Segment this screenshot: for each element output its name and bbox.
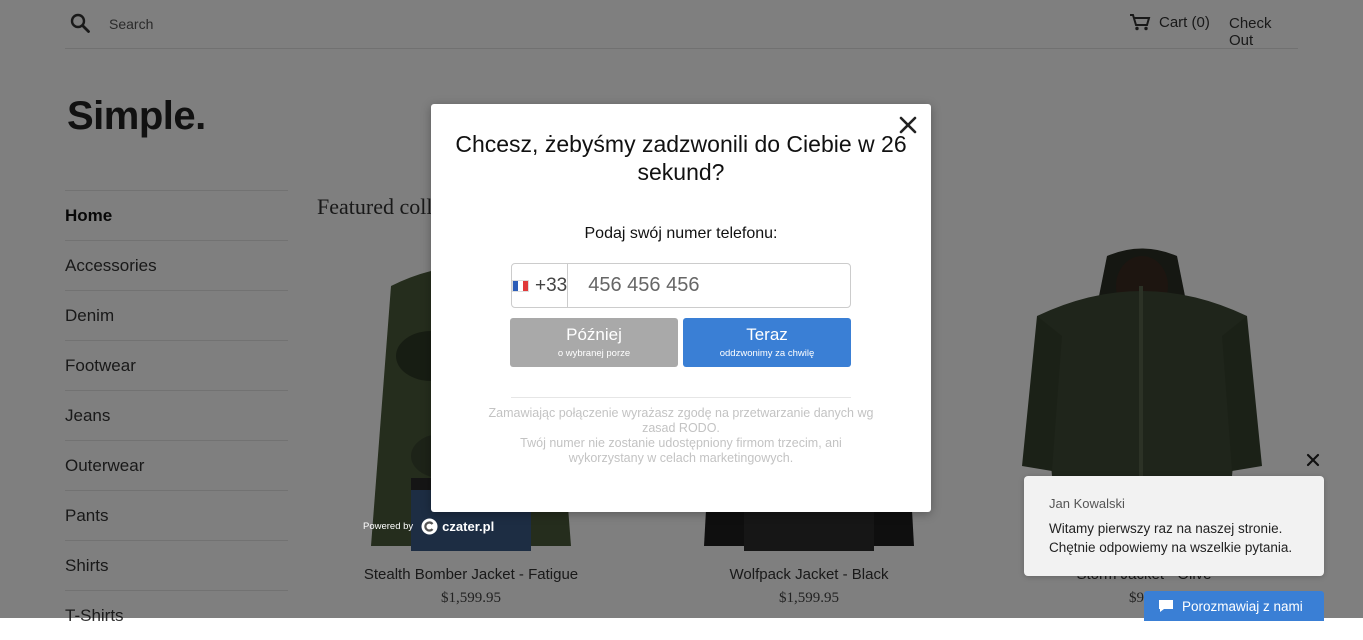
divider [511, 397, 851, 398]
czater-logo-icon [421, 518, 438, 535]
modal-subtitle: Podaj swój numer telefonu: [584, 225, 778, 242]
call-now-button-label: Teraz [746, 325, 788, 344]
later-button-label: Później [566, 325, 622, 344]
agent-name: Jan Kowalski [1049, 496, 1125, 511]
chat-bubble-icon [1159, 600, 1173, 612]
modal-title: Chcesz, żebyśmy zadzwonili do Ciebie w 2… [455, 131, 907, 185]
france-flag-icon [512, 279, 529, 292]
country-code-select[interactable]: +33 [512, 264, 569, 307]
call-now-button[interactable]: Teraz oddzwonimy za chwilę [683, 318, 851, 367]
chat-greeting-bubble[interactable]: Jan Kowalski Witamy pierwszy raz na nasz… [1024, 476, 1324, 576]
phone-field: +33 [511, 263, 856, 308]
call-now-button-sublabel: oddzwonimy za chwilę [719, 348, 815, 359]
consent-text: Zamawiając połączenie wyrażasz zgodę na … [481, 406, 881, 466]
chat-launcher-label: Porozmawiaj z nami [1182, 598, 1303, 614]
country-code: +33 [535, 274, 568, 296]
later-button-sublabel: o wybranej porze [557, 348, 631, 359]
chat-launcher-button[interactable]: Porozmawiaj z nami [1144, 591, 1324, 621]
chat-close-icon[interactable] [1305, 452, 1321, 468]
powered-by-label: Powered by [363, 521, 414, 532]
phone-input[interactable] [568, 264, 856, 307]
chat-message: Witamy pierwszy raz na naszej stronie. C… [1049, 521, 1293, 555]
powered-by[interactable]: Powered by czater.pl [363, 518, 494, 535]
consent-line: Twój numer nie zostanie udostępniony fir… [520, 436, 842, 465]
callback-modal: Chcesz, żebyśmy zadzwonili do Ciebie w 2… [431, 104, 931, 512]
consent-line: Zamawiając połączenie wyrażasz zgodę na … [488, 406, 874, 435]
czater-brand: czater.pl [442, 519, 495, 534]
later-button[interactable]: Później o wybranej porze [510, 318, 678, 367]
